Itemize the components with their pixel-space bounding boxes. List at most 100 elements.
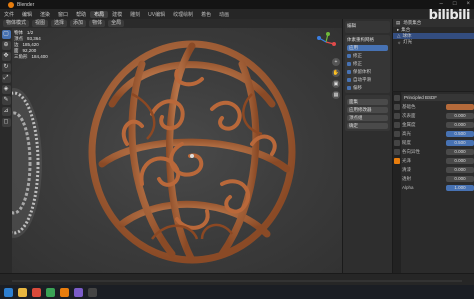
field-value[interactable]: 0.000 [446, 157, 474, 164]
section-title[interactable]: 体素重构网格 [347, 37, 388, 43]
sidebar-n-panel: 编辑 体素重构网格 应用 修正 修正 保留体积 自动平滑 偏移 面集 应用修改器… [342, 19, 392, 273]
workspace-tab-layout[interactable]: 布局 [90, 10, 109, 18]
orientation-dropdown[interactable]: 全局 [108, 20, 125, 27]
scene-tab-icon[interactable] [394, 122, 400, 128]
world-tab-icon[interactable] [394, 131, 400, 137]
option-checkbox[interactable]: 修正 [347, 53, 388, 59]
transform-tool-icon[interactable]: ◈ [1, 85, 11, 94]
add-menu[interactable]: 添加 [70, 20, 87, 27]
row-label: 灯光 [403, 39, 413, 44]
field-value[interactable]: 0.500 [446, 139, 474, 146]
field-value[interactable]: 0.500 [446, 130, 474, 137]
browser-icon[interactable] [32, 287, 41, 297]
menu-render[interactable]: 渲染 [36, 11, 54, 18]
workspace-tab-shading[interactable]: 着色 [197, 11, 215, 18]
menu-window[interactable]: 窗口 [54, 11, 72, 18]
render-tab-icon[interactable] [394, 104, 400, 110]
menu-edit[interactable]: 编辑 [18, 11, 36, 18]
annotate-tool-icon[interactable]: ✎ [1, 96, 11, 105]
field-label: 基础色 [402, 103, 416, 109]
modifier-tab-icon[interactable] [394, 149, 400, 155]
camera-view-icon[interactable]: ▣ [332, 80, 340, 88]
menu-help[interactable]: 帮助 [72, 11, 90, 18]
timeline-bar[interactable] [0, 273, 474, 285]
field-value[interactable]: 1.000 [446, 184, 474, 191]
confirm-button[interactable]: 确定 [347, 123, 388, 129]
field-value[interactable]: 0.000 [446, 166, 474, 173]
cursor-tool-icon[interactable]: ⊕ [1, 41, 11, 50]
scale-tool-icon[interactable]: ⤢ [1, 74, 11, 83]
properties-tabs [393, 92, 401, 273]
base-color-swatch[interactable] [446, 103, 474, 110]
property-field: 透射 0.000 [402, 175, 474, 182]
apply-button[interactable]: 应用 [347, 45, 388, 51]
panel-section-edit: 编辑 [345, 21, 390, 33]
blender-logo-icon [8, 1, 14, 8]
filigree-sphere-object[interactable] [82, 34, 302, 269]
face-sets-button[interactable]: 面集 [347, 99, 388, 105]
section-title[interactable]: 编辑 [347, 23, 388, 29]
vertex-group-button[interactable]: 顶点组 [347, 115, 388, 121]
stat-label: 三角形 [14, 54, 28, 59]
timeline-track[interactable] [12, 280, 462, 282]
blender-taskbar-icon[interactable] [60, 287, 69, 297]
workspace-tab-sculpt[interactable]: 雕刻 [126, 11, 144, 18]
option-checkbox[interactable]: 偏移 [347, 85, 388, 91]
add-cube-tool-icon[interactable]: ◻ [1, 118, 11, 127]
minimize-icon[interactable]: – [440, 1, 443, 7]
wechat-icon[interactable] [46, 287, 55, 297]
option-checkbox[interactable]: 保留体积 [347, 69, 388, 75]
viewport-statistics: 物体 1/2 顶点 93,364 边 185,420 面 92,200 三角形 184,4… [14, 30, 48, 60]
pan-hand-icon[interactable]: ✋ [332, 69, 340, 77]
apply-modifier-button[interactable]: 应用修改器 [347, 107, 388, 113]
property-field: 基础色 [402, 103, 474, 110]
close-icon[interactable]: × [466, 1, 470, 7]
zoom-icon[interactable]: + [332, 58, 340, 66]
select-menu[interactable]: 选择 [51, 20, 68, 27]
object-tab-icon[interactable] [394, 140, 400, 146]
shader-title[interactable]: Principled BSDF [402, 94, 474, 101]
file-explorer-icon[interactable] [18, 287, 27, 297]
field-value[interactable]: 0.000 [446, 112, 474, 119]
measure-tool-icon[interactable]: ⊿ [1, 107, 11, 116]
panel-section-voxel-remesh: 体素重构网格 应用 修正 修正 保留体积 自动平滑 偏移 [345, 35, 390, 93]
workspace-tab-modeling[interactable]: 建模 [108, 11, 126, 18]
move-tool-icon[interactable]: ✥ [1, 52, 11, 61]
menu-file[interactable]: 文件 [0, 11, 18, 18]
start-menu-icon[interactable] [4, 287, 13, 297]
option-checkbox[interactable]: 自动平滑 [347, 77, 388, 83]
outliner-panel: ▤ 场景集合 ▸ 集合 △ 球体 ☼ 灯光 [392, 19, 474, 91]
object-menu[interactable]: 物体 [89, 20, 106, 27]
outliner-row[interactable]: ☼ 灯光 [393, 39, 474, 45]
navigation-gizmo-icon[interactable] [316, 32, 336, 52]
workspace-tab-texture[interactable]: 纹理绘制 [169, 11, 197, 18]
option-checkbox[interactable]: 修正 [347, 61, 388, 67]
workspace-tab-animation[interactable]: 动画 [215, 11, 233, 18]
rotate-tool-icon[interactable]: ↻ [1, 63, 11, 72]
field-label: 高光 [402, 130, 411, 136]
checkbox-icon [347, 86, 351, 90]
field-label: 金属度 [402, 121, 416, 127]
field-label: 清漆 [402, 166, 411, 172]
tool-tab-icon[interactable] [394, 95, 400, 101]
field-value[interactable]: 0.000 [446, 148, 474, 155]
select-box-tool-icon[interactable]: ▢ [1, 30, 11, 39]
view-menu[interactable]: 视图 [32, 20, 49, 27]
app-icon[interactable] [88, 287, 97, 297]
bilibili-watermark: bilibili [428, 8, 471, 23]
maximize-icon[interactable]: □ [453, 1, 457, 7]
mode-dropdown[interactable]: 物体模式 [3, 20, 30, 27]
3d-viewport[interactable]: 物体 1/2 顶点 93,364 边 185,420 面 92,200 三角形 184,4… [12, 28, 342, 273]
material-tab-icon[interactable] [394, 158, 400, 164]
perspective-toggle-icon[interactable]: ▦ [332, 91, 340, 99]
background-sphere-object[interactable] [12, 83, 44, 243]
title-bar: Blender – □ × [0, 0, 474, 9]
app-icon[interactable] [74, 287, 83, 297]
field-value[interactable]: 0.000 [446, 121, 474, 128]
field-value[interactable]: 0.000 [446, 175, 474, 182]
property-field: Alpha 1.000 [402, 184, 474, 191]
property-field: 金属度 0.000 [402, 121, 474, 128]
workspace-tab-uv[interactable]: UV编辑 [144, 11, 169, 18]
output-tab-icon[interactable] [394, 113, 400, 119]
property-field: 各向异性 0.000 [402, 148, 474, 155]
